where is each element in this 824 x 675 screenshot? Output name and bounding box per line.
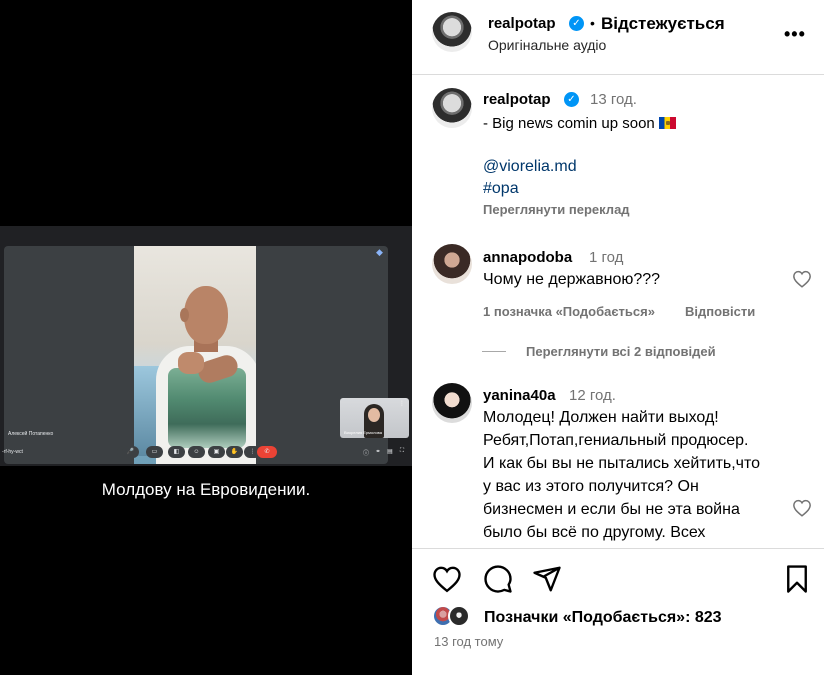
following-button[interactable]: Відстежується <box>601 14 725 34</box>
comment-line: Ребят,Потап,гениальный продюсер. <box>483 432 749 449</box>
comment-text: Чому не державною??? <box>483 271 661 288</box>
replies-divider <box>482 351 506 352</box>
captions-icon: ◧ <box>168 446 185 458</box>
like-comment-heart-icon[interactable] <box>792 270 812 288</box>
caption-text: - Big news comin up soon <box>483 115 655 132</box>
comment-line: у вас из этого получится? Он <box>483 478 699 495</box>
speaker-head <box>184 286 228 344</box>
comment-text-clip: Молодец! Должен найти выход! Ребят,Потап… <box>412 380 824 542</box>
speaker-name-tag: Алексей Потапенко <box>8 431 54 437</box>
comment-time: 1 год <box>589 249 624 266</box>
reply-button[interactable]: Відповісти <box>685 304 755 319</box>
mention-link[interactable]: @viorelia.md <box>483 158 577 176</box>
caption-text-line: - Big news comin up soon <box>483 115 676 132</box>
speaker-hand <box>178 352 204 374</box>
moldova-flag-icon <box>658 117 676 129</box>
comment-username[interactable]: annapodoba <box>483 249 572 266</box>
chat-icon: ▤ <box>387 449 393 455</box>
present-icon: ▣ <box>208 446 225 458</box>
likes-count[interactable]: Позначки «Подобається»: 823 <box>484 609 722 627</box>
liker-avatars <box>432 605 482 627</box>
original-audio-link[interactable]: Оригінальне аудіо <box>488 37 606 53</box>
like-heart-icon[interactable] <box>432 564 462 594</box>
more-options-icon[interactable]: ••• <box>784 24 806 45</box>
audio-level-icon: ◆ <box>376 247 383 257</box>
save-bookmark-icon[interactable] <box>782 564 812 594</box>
comment-line: бизнесмен и если бы не эта война <box>483 501 740 518</box>
hashtag-link[interactable]: #opa <box>483 180 519 198</box>
pip-name-tag: Виорелия Ермолова <box>344 430 382 435</box>
end-call-icon: ✆ <box>257 446 277 458</box>
post-header: realpotap ✓ • Відстежується Оригінальне … <box>412 0 824 75</box>
self-view-tile: Виорелия Ермолова ⋮ <box>340 398 409 438</box>
post-actions: Позначки «Подобається»: 823 13 год тому <box>412 548 824 675</box>
call-toolbar: -rf-hy-wct ⋯ 🎤 ▭ ◧ ☺ ▣ ✋ ⋮ ✆ ⓘ ⚭ ▤ ⛶ <box>0 444 412 460</box>
caption-username[interactable]: realpotap <box>483 91 551 108</box>
people-icon: ⚭ <box>375 449 381 455</box>
info-icon: ⓘ <box>362 451 369 457</box>
comment-likes-count[interactable]: 1 позначка «Подобається» <box>483 304 655 319</box>
share-icon[interactable] <box>532 564 562 594</box>
camera-icon: ▭ <box>146 446 163 458</box>
raise-hand-icon: ✋ <box>226 446 243 458</box>
comment-line: Молодец! Должен найти выход! <box>483 409 719 426</box>
caption-avatar[interactable] <box>432 88 472 128</box>
post-timestamp: 13 год тому <box>434 634 504 649</box>
speaker-video <box>134 246 256 464</box>
translate-link[interactable]: Переглянути переклад <box>483 202 630 217</box>
post-panel: realpotap ✓ • Відстежується Оригінальне … <box>412 0 824 675</box>
comment-avatar[interactable] <box>432 244 472 284</box>
video-subtitle: Молдову на Евровидении. <box>101 480 311 499</box>
author-username[interactable]: realpotap <box>488 15 556 32</box>
view-replies-link[interactable]: Переглянути всі 2 відповідей <box>526 344 716 359</box>
video-call-screenshot: ◆ Алексей Потапенко Виорелия Ермолова ⋮ … <box>0 226 412 466</box>
speaker-ear <box>180 308 189 322</box>
activities-icon: ⛶ <box>399 448 405 454</box>
comment-line: И как бы вы не пытались хейтить,что <box>483 455 761 472</box>
like-comment-heart-icon[interactable] <box>792 499 812 517</box>
comment-text: Молодец! Должен найти выход! Ребят,Потап… <box>483 406 760 542</box>
caption-verified-badge-icon: ✓ <box>564 92 579 107</box>
meeting-code: -rf-hy-wct <box>2 449 23 455</box>
comment-line: было бы всё по другому. Всех <box>483 524 706 541</box>
author-avatar[interactable] <box>432 12 472 52</box>
comment-icon[interactable] <box>483 564 513 594</box>
verified-badge-icon: ✓ <box>569 16 584 31</box>
video-player[interactable]: ◆ Алексей Потапенко Виорелия Ермолова ⋮ … <box>0 0 412 675</box>
pip-face <box>368 408 380 422</box>
emoji-icon: ☺ <box>188 446 205 458</box>
liker-avatar <box>448 605 470 627</box>
microphone-icon: 🎤 <box>122 446 139 458</box>
caption-time: 13 год. <box>590 91 637 108</box>
pip-more-icon: ⋮ <box>399 401 405 407</box>
separator-dot: • <box>590 15 595 31</box>
